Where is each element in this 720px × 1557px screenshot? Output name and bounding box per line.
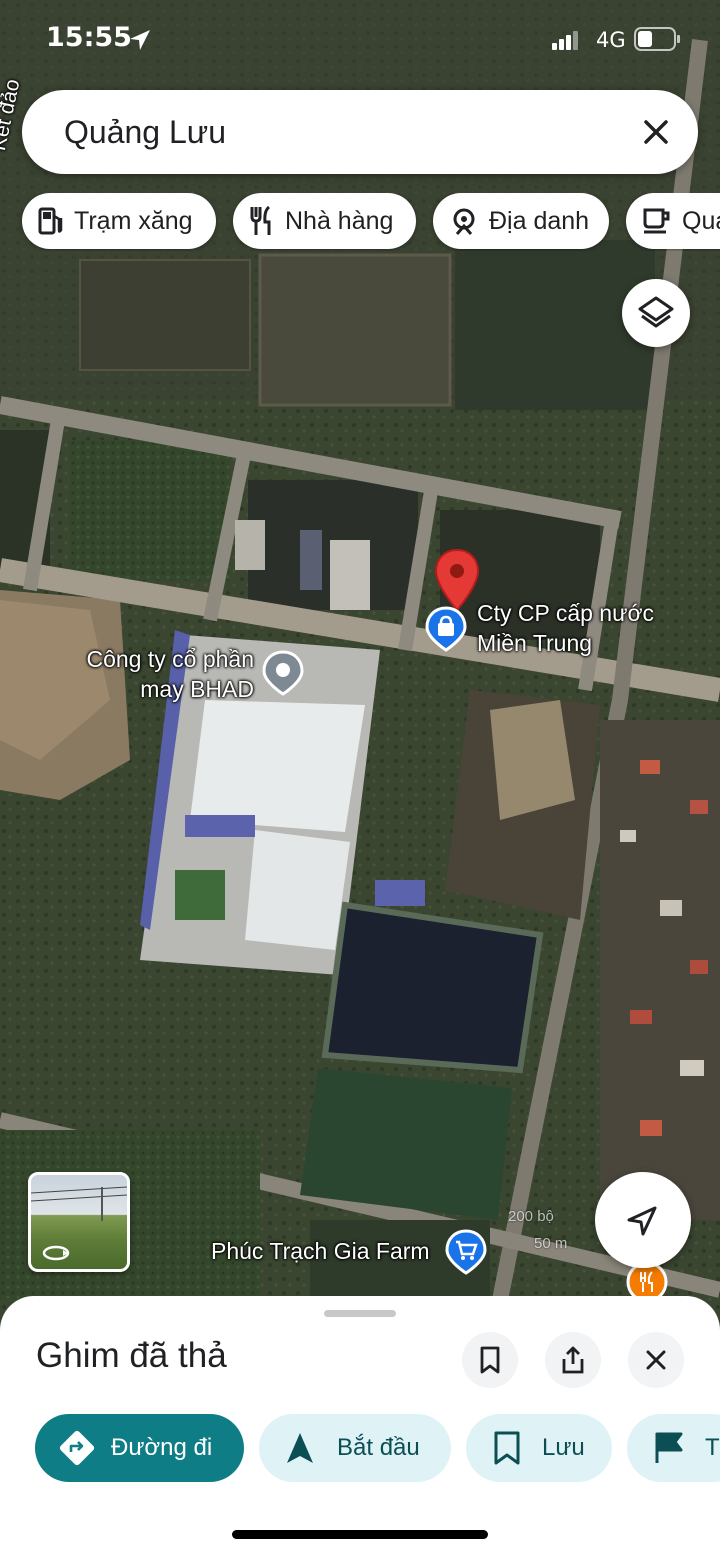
restaurant-icon: [250, 205, 271, 235]
save-label: Lưu: [542, 1434, 585, 1461]
chip-gas-station[interactable]: Trạm xăng: [22, 193, 216, 249]
home-indicator: [232, 1530, 488, 1539]
layers-button[interactable]: [622, 279, 690, 347]
place-marker-icon[interactable]: [262, 650, 304, 696]
clear-search-icon[interactable]: [636, 112, 676, 152]
chip-landmark[interactable]: Địa danh: [433, 193, 609, 249]
map-scale: 200 bộ 50 m: [508, 1208, 567, 1252]
bookmark-icon: [494, 1431, 520, 1465]
flag-icon: [655, 1432, 683, 1463]
landmark-icon: [453, 208, 475, 235]
status-time: 15:55: [46, 22, 132, 53]
share-icon: [562, 1346, 584, 1374]
label-flag-button[interactable]: T: [627, 1414, 720, 1482]
my-location-button[interactable]: [595, 1172, 691, 1268]
save-bookmark-button[interactable]: [462, 1332, 518, 1388]
share-button[interactable]: [545, 1332, 601, 1388]
scale-bottom: 50 m: [534, 1235, 568, 1252]
search-bar[interactable]: [22, 90, 698, 174]
coffee-icon: [643, 208, 670, 234]
shopping-cart-icon[interactable]: [445, 1229, 487, 1275]
signal-icon: [552, 31, 578, 50]
directions-label: Đường đi: [111, 1434, 213, 1461]
close-icon: [646, 1350, 666, 1370]
layers-icon: [638, 296, 674, 328]
chip-label: Địa danh: [489, 206, 590, 235]
save-button[interactable]: Lưu: [466, 1414, 612, 1482]
shopping-bag-icon[interactable]: [425, 606, 467, 652]
chip-coffee[interactable]: Quá: [626, 193, 720, 249]
sheet-title: Ghim đã thả: [36, 1336, 227, 1375]
battery-icon: [634, 27, 680, 51]
category-chips: Trạm xăng Nhà hàng Địa danh Quá: [0, 193, 720, 251]
scale-top: 200 bộ: [508, 1208, 554, 1225]
poi-label-cong-ty-may-bhad[interactable]: Công ty cổ phần may BHAD: [70, 644, 254, 704]
sheet-drag-handle[interactable]: [324, 1310, 396, 1317]
street-view-thumbnail[interactable]: [28, 1172, 130, 1272]
poi-label-phuc-trach-gia-farm[interactable]: Phúc Trạch Gia Farm: [211, 1236, 430, 1266]
chip-restaurant[interactable]: Nhà hàng: [233, 193, 416, 249]
status-bar: 15:55 4G: [0, 0, 720, 80]
flag-label: T: [705, 1434, 720, 1461]
network-type: 4G: [596, 28, 626, 52]
chip-label: Nhà hàng: [285, 206, 394, 235]
bookmark-icon: [480, 1346, 500, 1374]
chip-label: Trạm xăng: [74, 206, 193, 235]
navigation-arrow-icon: [287, 1433, 313, 1463]
chip-label: Quá: [682, 206, 720, 235]
search-input[interactable]: [62, 108, 626, 156]
bottom-sheet[interactable]: Ghim đã thả Đường đi Bắt đầu Lưu T: [0, 1296, 720, 1557]
poi-label-cty-cp-cap-nuoc[interactable]: Cty CP cấp nước Miền Trung: [477, 598, 654, 658]
navigation-arrow-icon: [627, 1206, 657, 1236]
directions-button[interactable]: Đường đi: [35, 1414, 244, 1482]
start-button[interactable]: Bắt đầu: [259, 1414, 451, 1482]
rotate-360-icon: [42, 1245, 70, 1261]
gas-station-icon: [38, 207, 63, 235]
location-arrow-icon: [130, 30, 150, 50]
start-label: Bắt đầu: [337, 1434, 420, 1461]
close-sheet-button[interactable]: [628, 1332, 684, 1388]
directions-icon: [59, 1430, 95, 1466]
dropped-pin-icon[interactable]: [432, 548, 482, 614]
